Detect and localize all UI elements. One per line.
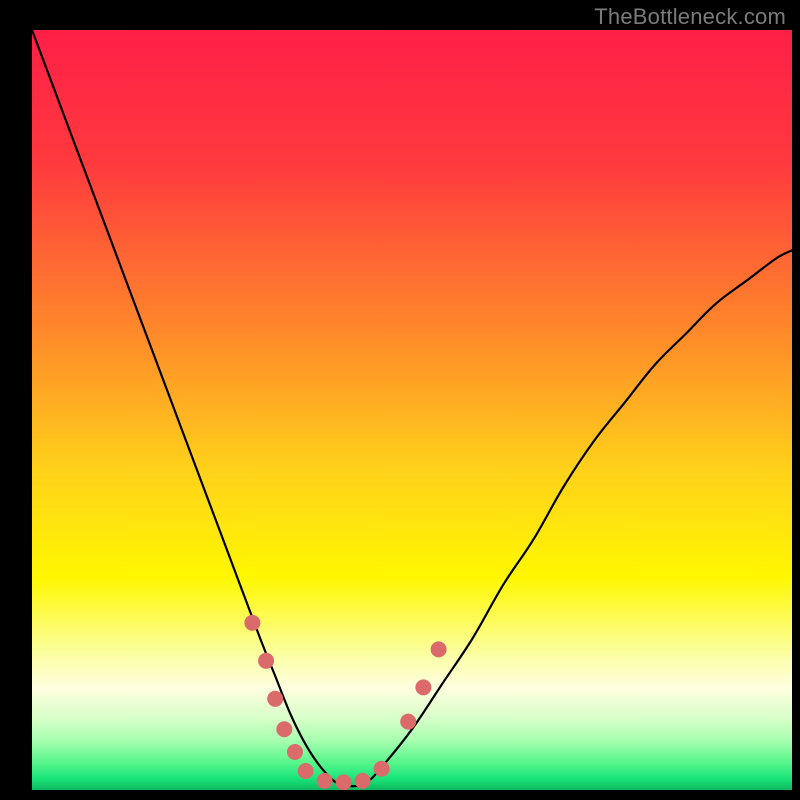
highlight-dot <box>374 761 390 777</box>
highlight-dot <box>355 773 371 789</box>
highlight-dot <box>400 714 416 730</box>
chart-svg <box>32 30 792 790</box>
plot-area <box>32 30 792 790</box>
highlight-dot <box>244 615 260 631</box>
watermark-text: TheBottleneck.com <box>594 4 786 30</box>
highlight-dot <box>431 641 447 657</box>
highlight-dot <box>276 721 292 737</box>
highlight-dot <box>298 763 314 779</box>
highlight-dot <box>258 653 274 669</box>
highlight-dot <box>336 774 352 790</box>
chart-stage: TheBottleneck.com <box>0 0 800 800</box>
highlight-dot <box>287 744 303 760</box>
highlight-dot <box>317 773 333 789</box>
highlight-dot <box>267 691 283 707</box>
highlight-dot <box>415 679 431 695</box>
gradient-background <box>32 30 792 790</box>
